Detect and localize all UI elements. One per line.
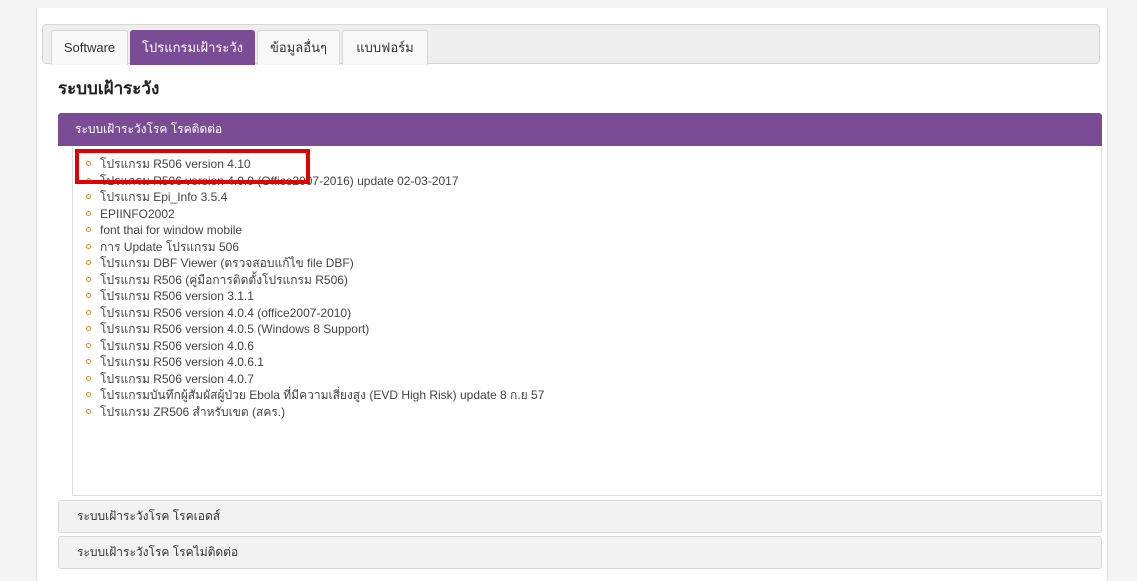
list-item-link[interactable]: โปรแกรม R506 version 4.0.4 (office2007-2… bbox=[100, 306, 351, 320]
list-item-link[interactable]: โปรแกรม R506 version 4.0.7 bbox=[100, 372, 254, 386]
bullet-icon bbox=[86, 227, 91, 232]
list-item-link[interactable]: การ Update โปรแกรม 506 bbox=[100, 240, 239, 254]
list-item[interactable]: โปรแกรม R506 version 4.0.6.1 bbox=[86, 354, 544, 371]
list-item-link[interactable]: โปรแกรม R506 version 3.1.1 bbox=[100, 289, 254, 303]
accordion-body: โปรแกรม R506 version 4.10 โปรแกรม R506 ve… bbox=[72, 146, 1102, 496]
list-item-link[interactable]: โปรแกรม R506 (คู่มือการติดตั้งโปรแกรม R5… bbox=[100, 273, 348, 287]
list-item[interactable]: โปรแกรม R506 (คู่มือการติดตั้งโปรแกรม R5… bbox=[86, 272, 544, 289]
tab-bar: Software โปรแกรมเฝ้าระวัง ข้อมูลอื่นๆ แบ… bbox=[42, 24, 1100, 65]
list-item-link[interactable]: โปรแกรม R506 version 4.0.9 (Office2007-2… bbox=[100, 174, 459, 188]
bullet-icon bbox=[86, 375, 91, 381]
program-list: โปรแกรม R506 version 4.10 โปรแกรม R506 ve… bbox=[86, 156, 544, 420]
list-item-link[interactable]: โปรแกรม R506 version 4.0.5 (Windows 8 Su… bbox=[100, 322, 369, 336]
list-item[interactable]: EPIINFO2002 bbox=[86, 206, 544, 223]
bullet-icon bbox=[86, 276, 91, 282]
accordion-header-aids[interactable]: ระบบเฝ้าระวังโรค โรคเอดส์ bbox=[58, 500, 1102, 533]
list-item[interactable]: โปรแกรม R506 version 4.0.4 (office2007-2… bbox=[86, 305, 544, 322]
list-item[interactable]: โปรแกรม Epi_Info 3.5.4 bbox=[86, 189, 544, 206]
list-item[interactable]: การ Update โปรแกรม 506 bbox=[86, 239, 544, 256]
tab-other-info[interactable]: ข้อมูลอื่นๆ bbox=[257, 30, 340, 65]
bullet-icon bbox=[86, 177, 91, 183]
list-item-link[interactable]: โปรแกรม R506 version 4.0.6.1 bbox=[100, 355, 264, 369]
list-item-link[interactable]: โปรแกรมบันทึกผู้สัมผัสผู้ป่วย Ebola ที่ม… bbox=[100, 388, 544, 402]
list-item[interactable]: โปรแกรม R506 version 4.10 bbox=[86, 156, 544, 173]
list-item-link[interactable]: โปรแกรม ZR506 สำหรับเขต (สคร.) bbox=[100, 405, 285, 419]
bullet-icon bbox=[86, 194, 91, 199]
list-item[interactable]: โปรแกรม R506 version 4.0.9 (Office2007-2… bbox=[86, 173, 544, 190]
bullet-icon bbox=[86, 309, 91, 315]
tab-surveillance-programs[interactable]: โปรแกรมเฝ้าระวัง bbox=[130, 30, 255, 65]
list-item[interactable]: โปรแกรม R506 version 4.0.5 (Windows 8 Su… bbox=[86, 321, 544, 338]
list-item[interactable]: โปรแกรม R506 version 4.0.7 bbox=[86, 371, 544, 388]
bullet-icon bbox=[86, 243, 91, 249]
accordion-header-non-communicable[interactable]: ระบบเฝ้าระวังโรค โรคไม่ติดต่อ bbox=[58, 536, 1102, 569]
bullet-icon bbox=[86, 359, 91, 364]
tab-software[interactable]: Software bbox=[51, 30, 128, 65]
bullet-icon bbox=[86, 408, 91, 414]
list-item[interactable]: โปรแกรม R506 version 4.0.6 bbox=[86, 338, 544, 355]
page-title: ระบบเฝ้าระวัง bbox=[58, 79, 160, 98]
bullet-icon bbox=[86, 326, 91, 331]
list-item-link[interactable]: โปรแกรม DBF Viewer (ตรวจสอบแก้ไข file DB… bbox=[100, 256, 354, 270]
list-item-link[interactable]: EPIINFO2002 bbox=[100, 207, 175, 221]
bullet-icon bbox=[86, 161, 91, 166]
bullet-icon bbox=[86, 293, 91, 298]
bullet-icon bbox=[86, 392, 91, 397]
bullet-icon bbox=[86, 210, 91, 216]
list-item[interactable]: โปรแกรม DBF Viewer (ตรวจสอบแก้ไข file DB… bbox=[86, 255, 544, 272]
list-item-link[interactable]: font thai for window mobile bbox=[100, 223, 242, 237]
list-item-link[interactable]: โปรแกรม R506 version 4.10 bbox=[100, 157, 251, 171]
list-item-link[interactable]: โปรแกรม R506 version 4.0.6 bbox=[100, 339, 254, 353]
list-item-link[interactable]: โปรแกรม Epi_Info 3.5.4 bbox=[100, 190, 227, 204]
accordion-header-communicable-disease[interactable]: ระบบเฝ้าระวังโรค โรคติดต่อ bbox=[58, 113, 1102, 146]
list-item[interactable]: โปรแกรม ZR506 สำหรับเขต (สคร.) bbox=[86, 404, 544, 421]
tab-forms[interactable]: แบบฟอร์ม bbox=[342, 30, 428, 65]
bullet-icon bbox=[86, 260, 91, 265]
bullet-icon bbox=[86, 342, 91, 348]
list-item[interactable]: โปรแกรมบันทึกผู้สัมผัสผู้ป่วย Ebola ที่ม… bbox=[86, 387, 544, 404]
list-item[interactable]: font thai for window mobile bbox=[86, 222, 544, 239]
list-item[interactable]: โปรแกรม R506 version 3.1.1 bbox=[86, 288, 544, 305]
